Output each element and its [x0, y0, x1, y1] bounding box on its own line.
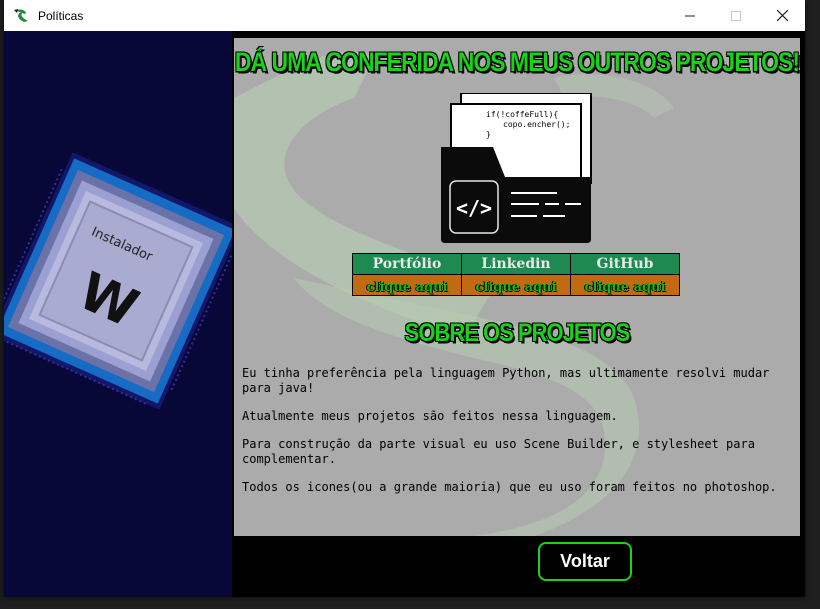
- about-paragraph: Atualmente meus projetos são feitos ness…: [242, 409, 618, 423]
- close-button[interactable]: [759, 0, 805, 31]
- portfolio-link[interactable]: clique aqui: [366, 280, 447, 295]
- minimize-icon: [685, 15, 695, 16]
- links-table: Portfólio Linkedin GitHub clique aqui cl…: [352, 253, 680, 296]
- code-tag-icon: </>: [456, 196, 492, 220]
- header-portfolio: Portfólio: [352, 253, 462, 275]
- code-line-3: }: [486, 130, 491, 139]
- app-window: Políticas Instalador W DÁ UMA CONFERIDA …: [4, 0, 805, 597]
- maximize-button[interactable]: [713, 0, 759, 31]
- window-title: Políticas: [38, 8, 84, 23]
- installer-chip-image: Instalador W: [4, 152, 232, 410]
- about-paragraph: Todos os icones(ou a grande maioria) que…: [242, 480, 777, 494]
- linkedin-cell: clique aqui: [461, 274, 571, 296]
- title-bar[interactable]: Políticas: [4, 0, 805, 31]
- about-paragraph: Eu tinha preferência pela linguagem Pyth…: [242, 366, 770, 395]
- linkedin-link[interactable]: clique aqui: [475, 280, 556, 295]
- minimize-button[interactable]: [667, 0, 713, 31]
- window-content: Instalador W DÁ UMA CONFERIDA NOS MEUS O…: [4, 31, 805, 597]
- header-linkedin: Linkedin: [461, 253, 571, 275]
- main-panel: DÁ UMA CONFERIDA NOS MEUS OUTROS PROJETO…: [234, 38, 800, 536]
- links-row: clique aqui clique aqui clique aqui: [352, 274, 680, 296]
- maximize-icon: [731, 10, 741, 21]
- left-decor-panel: Instalador W: [4, 31, 232, 597]
- projects-heading: DÁ UMA CONFERIDA NOS MEUS OUTROS PROJETO…: [234, 46, 800, 77]
- header-github: GitHub: [570, 253, 680, 275]
- about-heading: SOBRE OS PROJETOS: [404, 318, 631, 347]
- app-logo-icon: [14, 8, 28, 22]
- code-window-illustration: if(!coffeFull){ copo.encher(); } </>: [441, 93, 592, 243]
- code-line-2: copo.encher();: [503, 120, 570, 129]
- links-header-row: Portfólio Linkedin GitHub: [352, 253, 680, 275]
- github-link[interactable]: clique aqui: [584, 280, 665, 295]
- github-cell: clique aqui: [570, 274, 680, 296]
- portfolio-cell: clique aqui: [352, 274, 462, 296]
- code-line-1: if(!coffeFull){: [486, 110, 558, 119]
- bottom-bar: Voltar: [232, 536, 805, 597]
- about-paragraph: Para construção da parte visual eu uso S…: [242, 437, 755, 466]
- close-icon: [776, 10, 788, 21]
- about-text: Eu tinha preferência pela linguagem Pyth…: [242, 366, 787, 508]
- back-button[interactable]: Voltar: [538, 542, 632, 581]
